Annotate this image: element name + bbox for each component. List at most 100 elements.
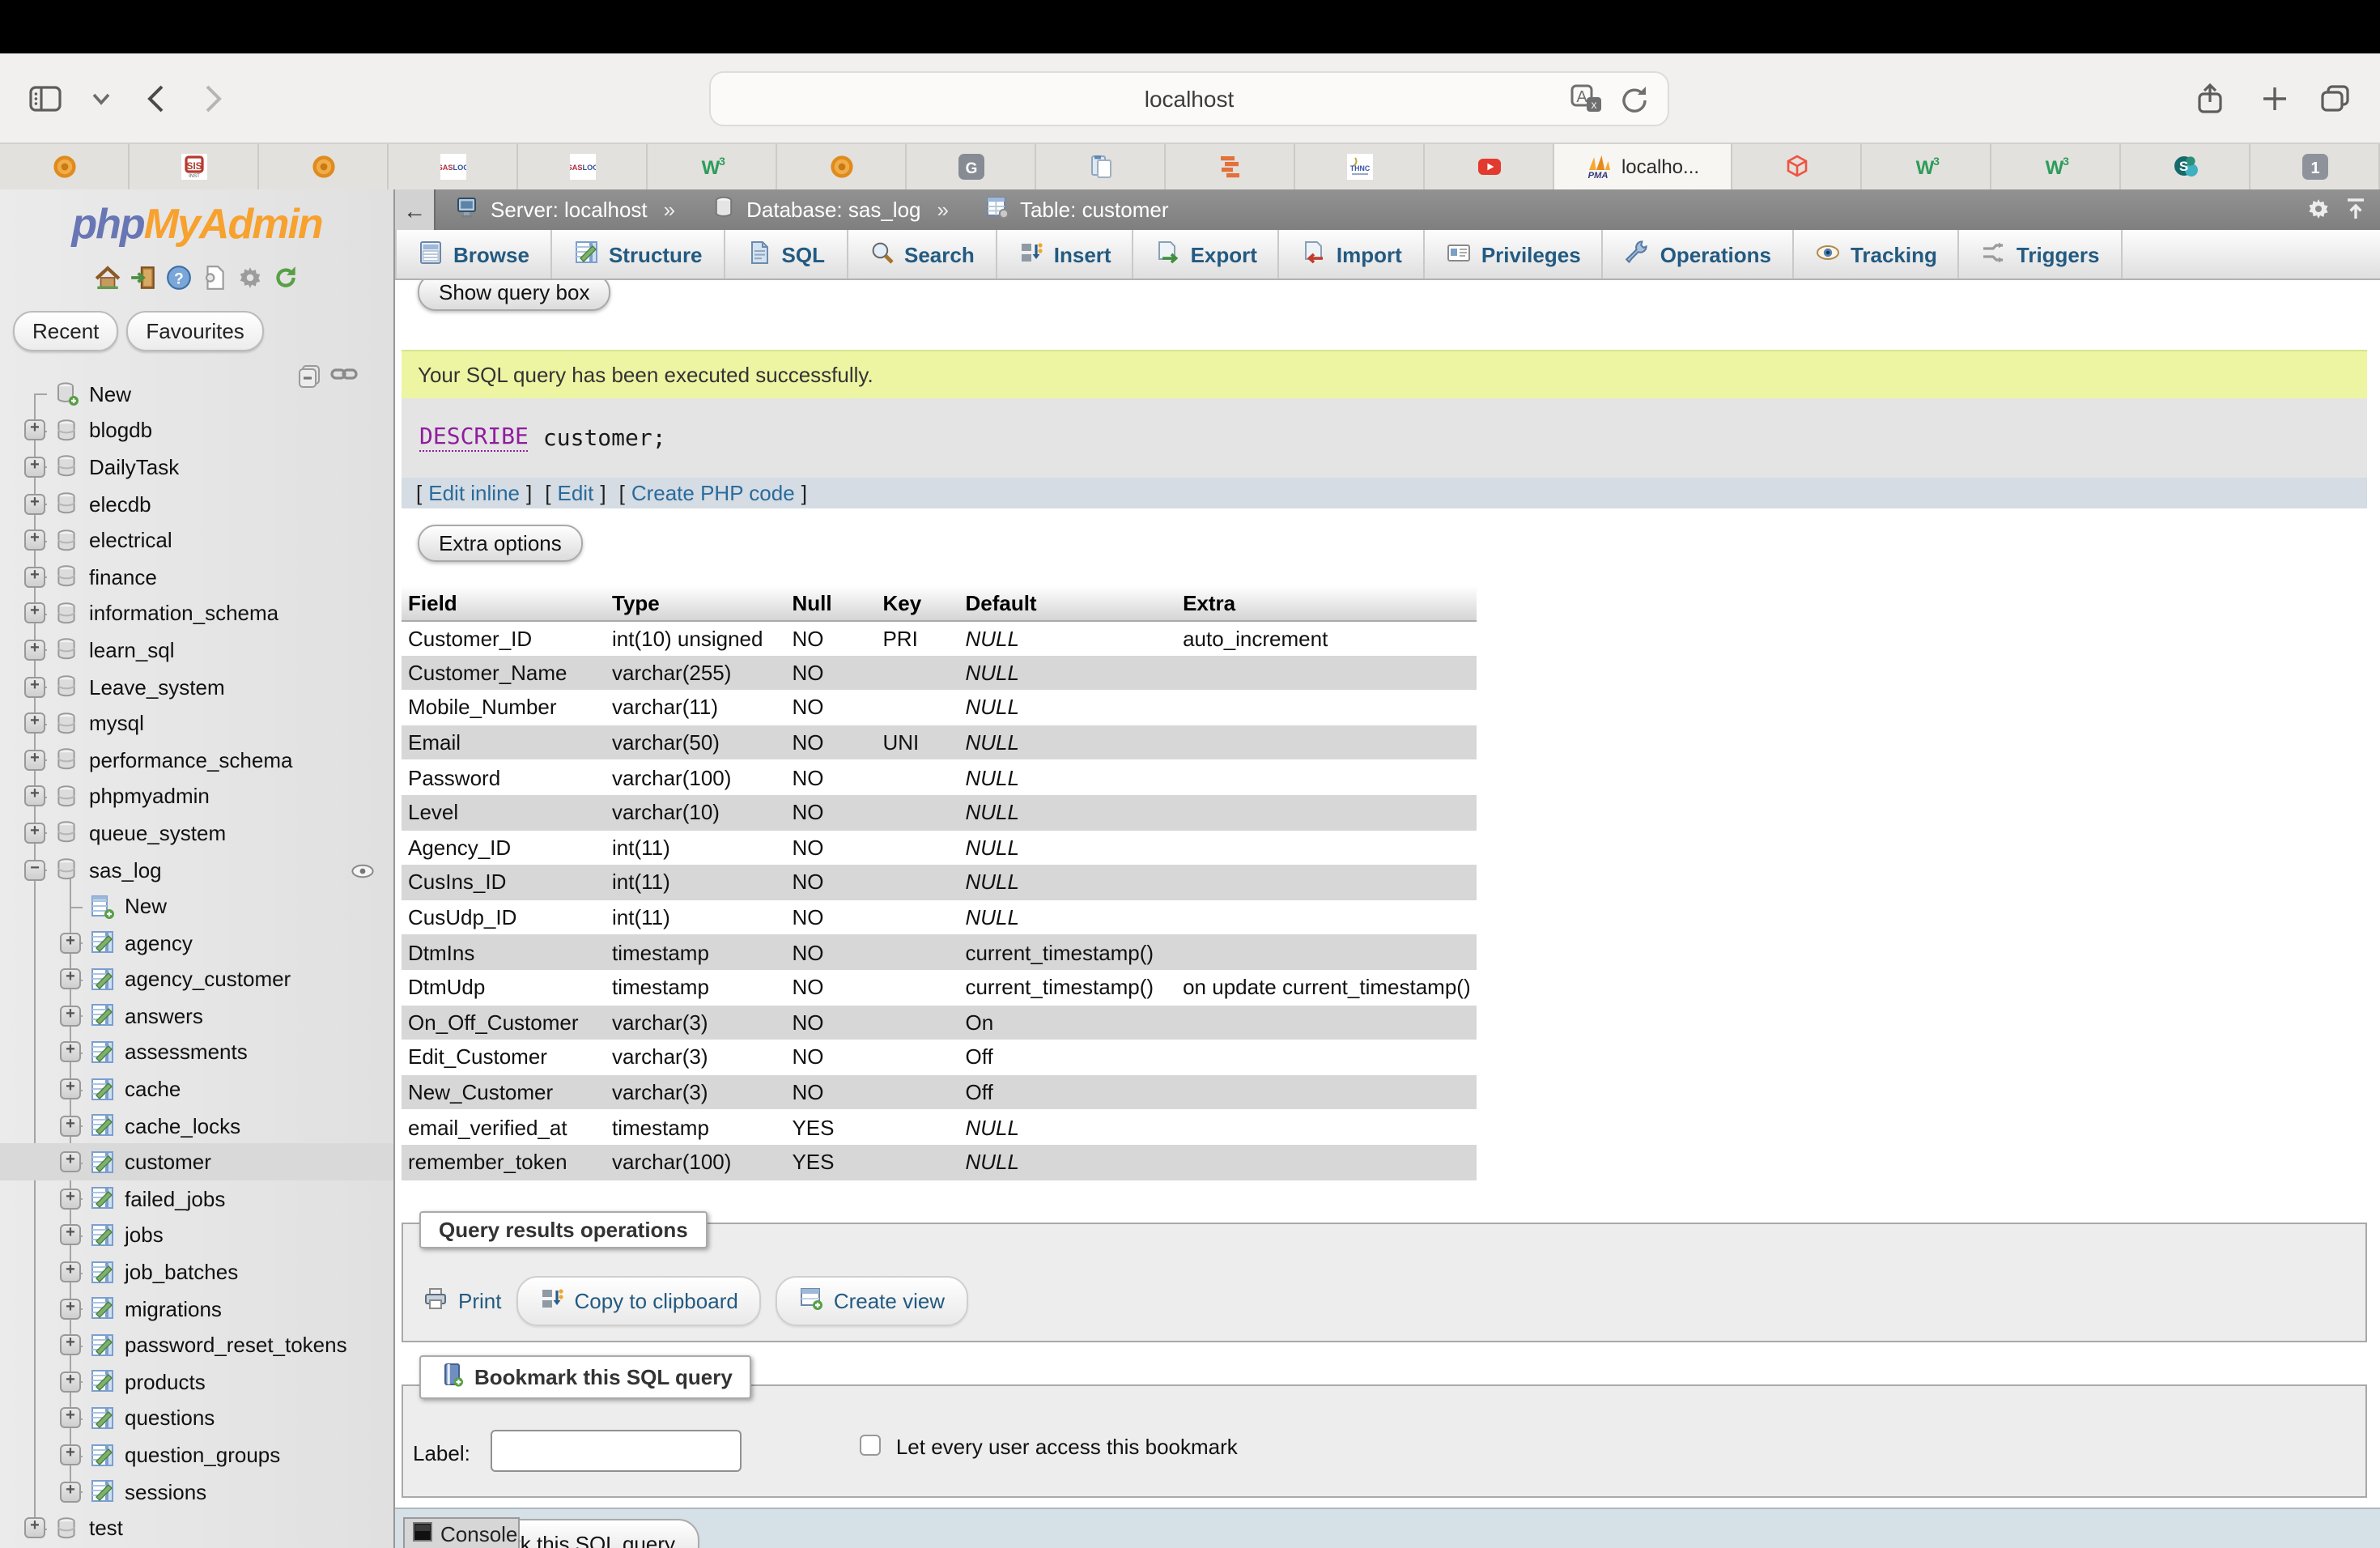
tab-insert[interactable]: Insert bbox=[997, 230, 1134, 279]
sidebar-item-agency[interactable]: +agency bbox=[0, 925, 393, 961]
browser-tab[interactable] bbox=[777, 144, 907, 189]
expand-icon[interactable]: + bbox=[24, 603, 45, 624]
expand-icon[interactable]: + bbox=[24, 529, 45, 551]
sidebar-toggle-icon[interactable] bbox=[23, 76, 68, 121]
url-bar[interactable]: localhost Ax bbox=[709, 71, 1669, 126]
sidebar-item-elecdb[interactable]: +elecdb bbox=[0, 486, 393, 522]
expand-icon[interactable]: + bbox=[24, 676, 45, 697]
sidebar-item-finance[interactable]: +finance bbox=[0, 559, 393, 595]
show-query-box-button[interactable]: Show query box bbox=[418, 280, 610, 311]
settings-gear-icon[interactable] bbox=[236, 264, 264, 291]
sidebar-item-information_schema[interactable]: +information_schema bbox=[0, 595, 393, 632]
sidebar-item-electrical[interactable]: +electrical bbox=[0, 522, 393, 559]
sidebar-item-assessments[interactable]: +assessments bbox=[0, 1034, 393, 1070]
sidebar-item-products[interactable]: +products bbox=[0, 1363, 393, 1400]
sidebar-item-sessions[interactable]: +sessions bbox=[0, 1474, 393, 1510]
sidebar-item-job_batches[interactable]: +job_batches bbox=[0, 1254, 393, 1291]
expand-icon[interactable]: + bbox=[60, 1078, 81, 1099]
sidebar-item-question_groups[interactable]: +question_groups bbox=[0, 1436, 393, 1473]
sidebar-item-cache[interactable]: +cache bbox=[0, 1071, 393, 1108]
expand-icon[interactable]: + bbox=[60, 1115, 81, 1136]
sidebar-item-customer[interactable]: +customer bbox=[0, 1144, 393, 1180]
sidebar-item-jobs[interactable]: +jobs bbox=[0, 1217, 393, 1253]
sidebar-item-queue_system[interactable]: +queue_system bbox=[0, 814, 393, 851]
browser-tab[interactable]: W3 bbox=[648, 144, 777, 189]
share-icon[interactable] bbox=[2187, 76, 2233, 121]
chevron-down-icon[interactable] bbox=[78, 76, 123, 121]
sidebar-item-agency_customer[interactable]: +agency_customer bbox=[0, 961, 393, 997]
expand-icon[interactable]: + bbox=[24, 1517, 45, 1538]
extra-options-button[interactable]: Extra options bbox=[418, 525, 583, 562]
tab-structure[interactable]: Structure bbox=[552, 230, 725, 279]
sidebar-item-phpmyadmin[interactable]: +phpmyadmin bbox=[0, 778, 393, 814]
sidebar-item-failed_jobs[interactable]: +failed_jobs bbox=[0, 1180, 393, 1217]
sidebar-item-test[interactable]: +test bbox=[0, 1510, 393, 1546]
tab-search[interactable]: Search bbox=[848, 230, 997, 279]
docs-icon[interactable] bbox=[201, 264, 228, 291]
print-button[interactable]: Print bbox=[423, 1285, 501, 1316]
breadcrumb-item[interactable]: Server: localhost bbox=[455, 194, 648, 225]
expand-icon[interactable]: + bbox=[24, 493, 45, 514]
sidebar-item-performance_schema[interactable]: +performance_schema bbox=[0, 742, 393, 778]
sidebar-item-new[interactable]: New bbox=[0, 888, 393, 925]
sidebar-item-password_reset_tokens[interactable]: +password_reset_tokens bbox=[0, 1327, 393, 1363]
tab-overview-icon[interactable] bbox=[2312, 76, 2357, 121]
expand-icon[interactable]: + bbox=[24, 823, 45, 844]
expand-icon[interactable]: + bbox=[60, 1152, 81, 1173]
query-link-create-php-code[interactable]: Create PHP code bbox=[631, 481, 795, 505]
sidebar-item-questions[interactable]: +questions bbox=[0, 1400, 393, 1436]
refresh-icon[interactable] bbox=[272, 264, 300, 291]
copy-to-clipboard-button[interactable]: Copy to clipboard bbox=[516, 1275, 760, 1325]
tab-privileges[interactable]: Privileges bbox=[1425, 230, 1604, 279]
tab-export[interactable]: Export bbox=[1134, 230, 1280, 279]
sidebar-item-cache_locks[interactable]: +cache_locks bbox=[0, 1108, 393, 1144]
expand-icon[interactable]: + bbox=[60, 1444, 81, 1465]
translate-icon[interactable]: Ax bbox=[1567, 81, 1606, 125]
expand-icon[interactable]: + bbox=[60, 1225, 81, 1246]
browser-tab[interactable]: S bbox=[2121, 144, 2250, 189]
sidebar-item-new[interactable]: New bbox=[0, 376, 393, 412]
expand-icon[interactable]: + bbox=[60, 1189, 81, 1210]
logout-door-icon[interactable] bbox=[130, 264, 157, 291]
expand-icon[interactable]: + bbox=[24, 786, 45, 807]
expand-icon[interactable]: + bbox=[60, 1408, 81, 1429]
sidebar-item-migrations[interactable]: +migrations bbox=[0, 1291, 393, 1327]
browser-tab[interactable]: 1 bbox=[2250, 144, 2380, 189]
home-icon[interactable] bbox=[94, 264, 121, 291]
query-link-edit[interactable]: Edit bbox=[558, 481, 594, 505]
expand-icon[interactable]: + bbox=[24, 420, 45, 441]
expand-icon[interactable]: + bbox=[60, 932, 81, 953]
sidebar-item-dailytask[interactable]: +DailyTask bbox=[0, 449, 393, 485]
favourites-button[interactable]: Favourites bbox=[126, 311, 263, 351]
sidebar-item-blogdb[interactable]: +blogdb bbox=[0, 412, 393, 449]
collapse-icon[interactable]: − bbox=[24, 859, 45, 880]
browser-tab[interactable] bbox=[1166, 144, 1295, 189]
sidebar-item-answers[interactable]: +answers bbox=[0, 997, 393, 1034]
breadcrumb-back-button[interactable]: ← bbox=[395, 189, 436, 230]
expand-icon[interactable]: + bbox=[60, 1372, 81, 1393]
collapse-top-icon[interactable] bbox=[2344, 196, 2367, 227]
tab-browse[interactable]: Browse bbox=[395, 230, 552, 279]
back-icon[interactable] bbox=[133, 76, 178, 121]
expand-icon[interactable]: + bbox=[60, 1042, 81, 1063]
new-tab-icon[interactable] bbox=[2252, 76, 2297, 121]
eye-icon[interactable] bbox=[350, 857, 374, 882]
browser-tab[interactable] bbox=[0, 144, 130, 189]
tab-import[interactable]: Import bbox=[1280, 230, 1425, 279]
tab-operations[interactable]: Operations bbox=[1604, 230, 1794, 279]
expand-icon[interactable]: + bbox=[60, 1481, 81, 1502]
page-settings-gear-icon[interactable] bbox=[2306, 196, 2331, 227]
browser-tab[interactable]: SASLOG bbox=[389, 144, 518, 189]
browser-tab[interactable]: THNC bbox=[1295, 144, 1425, 189]
expand-icon[interactable]: + bbox=[24, 712, 45, 734]
breadcrumb-item[interactable]: Table: customer bbox=[984, 194, 1169, 225]
recent-button[interactable]: Recent bbox=[13, 311, 118, 351]
browser-tab[interactable] bbox=[1036, 144, 1166, 189]
tab-tracking[interactable]: Tracking bbox=[1794, 230, 1960, 279]
expand-icon[interactable]: + bbox=[60, 1334, 81, 1355]
help-icon[interactable]: ? bbox=[165, 264, 193, 291]
browser-tab[interactable] bbox=[259, 144, 389, 189]
breadcrumb-item[interactable]: Database: sas_log bbox=[711, 194, 920, 225]
expand-icon[interactable]: + bbox=[24, 567, 45, 588]
browser-tab[interactable]: G bbox=[907, 144, 1036, 189]
